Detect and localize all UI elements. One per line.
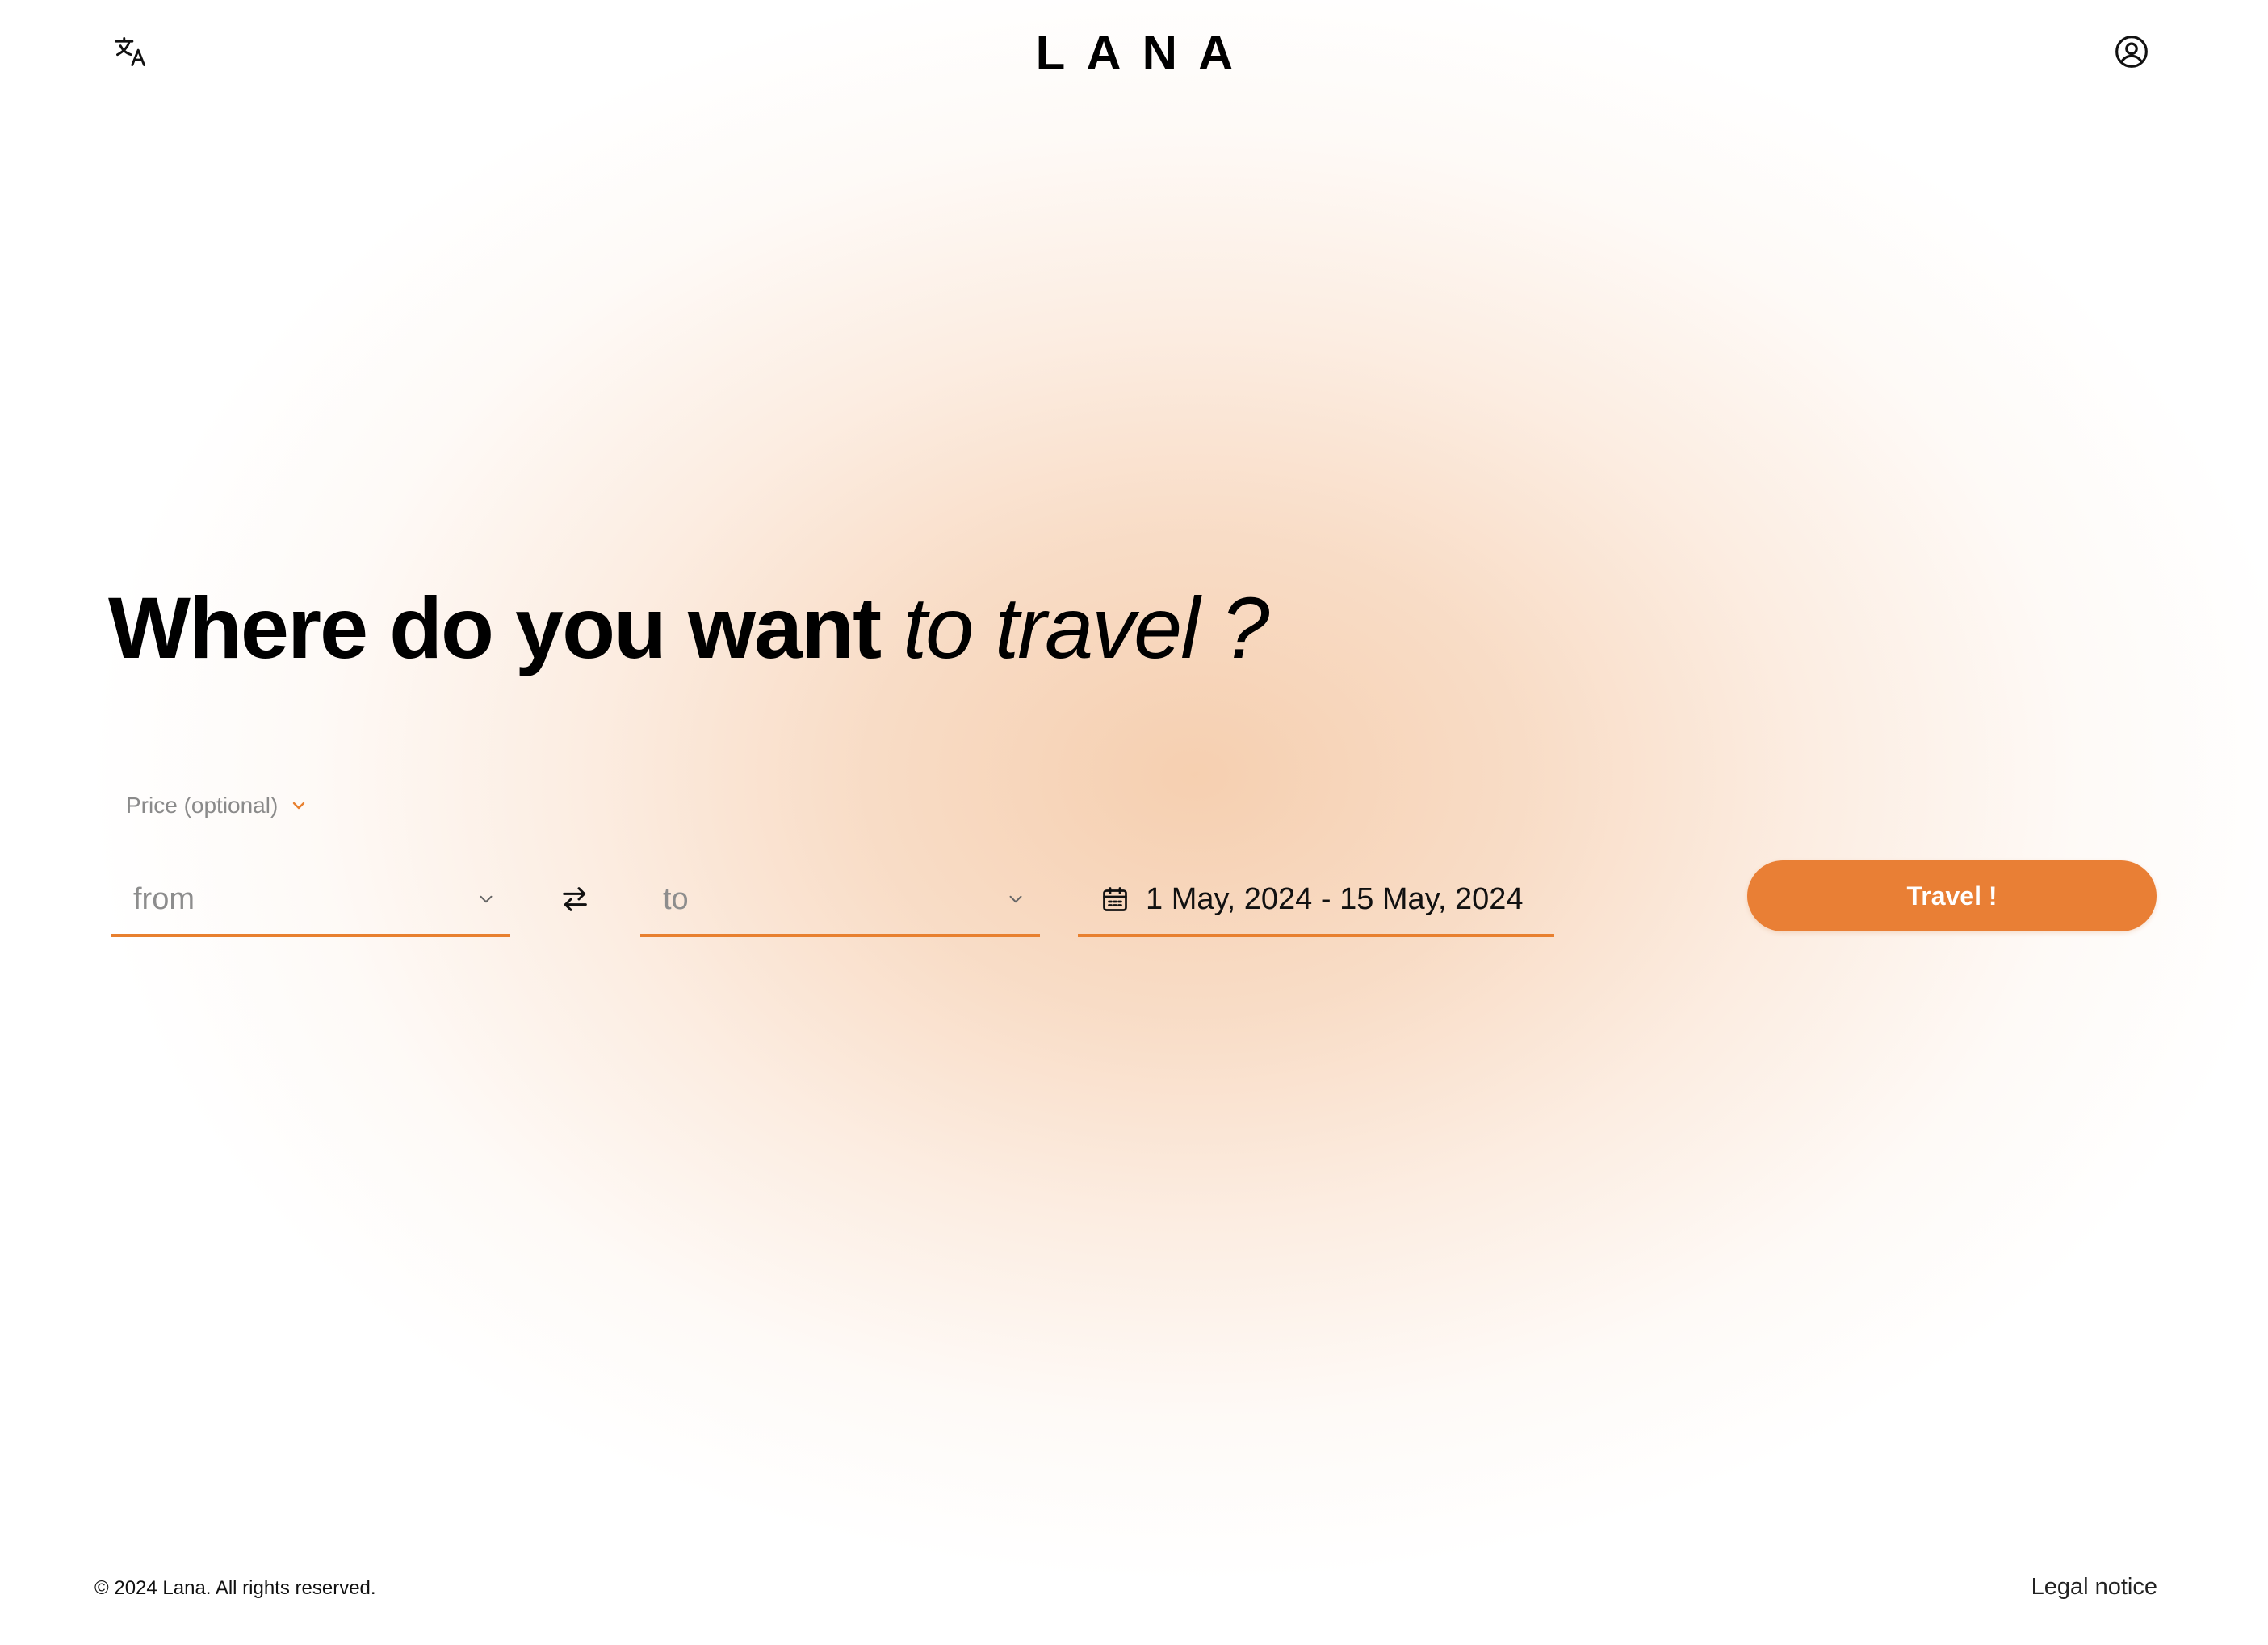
date-range-picker[interactable]: 1 May, 2024 - 15 May, 2024 [1078, 864, 1554, 937]
price-toggle-label: Price (optional) [126, 793, 279, 818]
footer-copyright: © 2024 Lana. All rights reserved. [94, 1577, 376, 1599]
chevron-down-icon [1009, 895, 1022, 903]
translate-icon [115, 37, 145, 66]
chevron-down-icon [293, 802, 305, 810]
origin-select[interactable]: from [111, 864, 510, 937]
calendar-icon [1103, 887, 1127, 911]
origin-placeholder: from [133, 881, 195, 916]
destination-placeholder: to [663, 881, 689, 916]
headline-strong: Where do you want [108, 579, 882, 676]
language-button[interactable] [108, 29, 153, 74]
account-button[interactable] [2109, 29, 2154, 74]
date-range-value: 1 May, 2024 - 15 May, 2024 [1146, 881, 1524, 916]
travel-submit-button[interactable]: Travel ! [1747, 860, 2157, 931]
background-glow [0, 0, 2268, 1645]
destination-select[interactable]: to [640, 864, 1040, 937]
headline-light: to travel ? [903, 579, 1269, 676]
swap-locations-button[interactable] [552, 877, 597, 922]
chevron-down-icon [480, 895, 493, 903]
brand-logo[interactable]: LANA [937, 23, 1332, 84]
price-filter-toggle[interactable]: Price (optional) [126, 788, 336, 823]
swap-arrows-icon [563, 887, 587, 911]
page-headline: Where do you want to travel ? [108, 571, 1562, 684]
legal-notice-link[interactable]: Legal notice [1970, 1571, 2157, 1603]
user-circle-icon [2115, 36, 2148, 68]
